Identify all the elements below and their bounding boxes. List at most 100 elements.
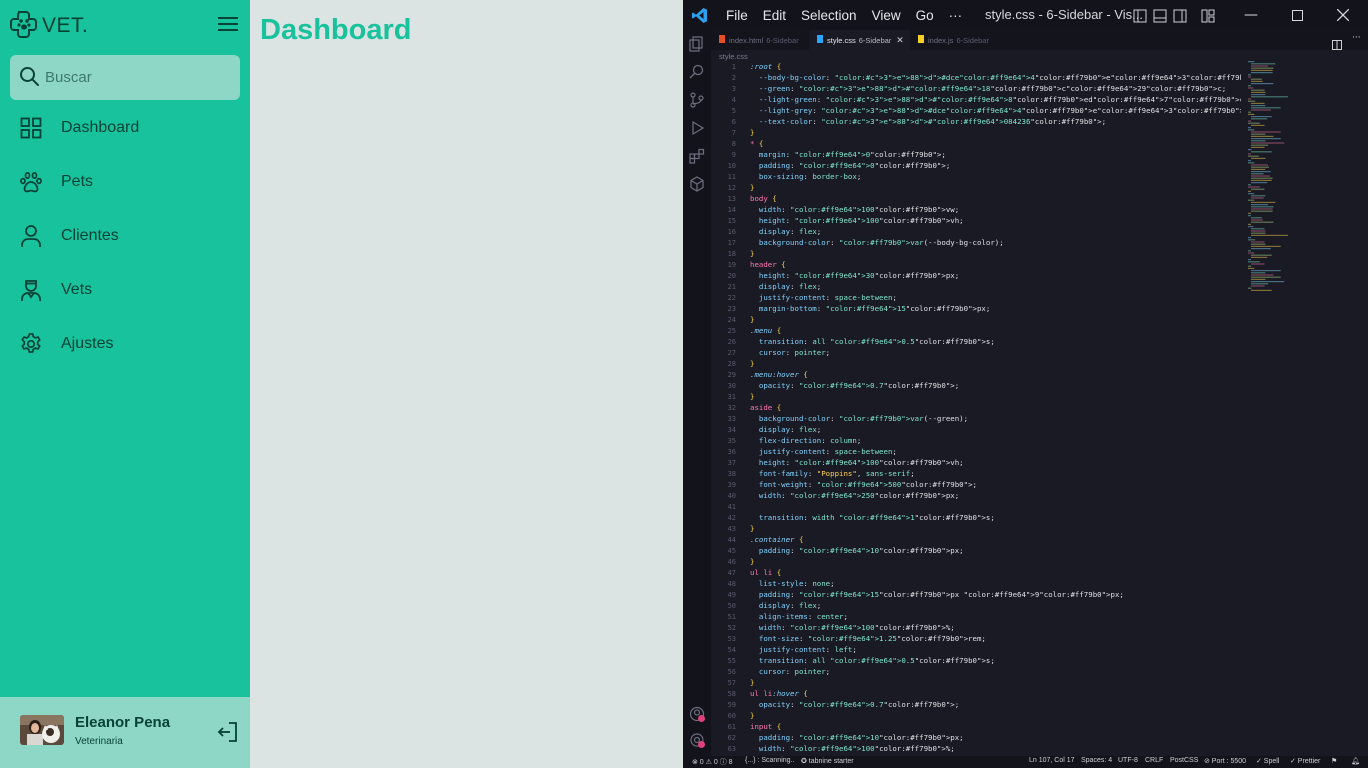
nav-label: Ajustes	[61, 335, 114, 352]
accounts-icon[interactable]	[689, 706, 705, 722]
tab-label: style.css	[827, 35, 856, 45]
minimap-line	[1251, 285, 1265, 287]
status-prettier[interactable]: ✓ Prettier	[1290, 757, 1320, 765]
line-number: 51	[727, 613, 736, 621]
minimap-line	[1251, 131, 1281, 133]
explorer-icon[interactable]	[689, 36, 705, 52]
minimap-line	[1251, 105, 1266, 107]
minimap-line	[1251, 83, 1274, 85]
toggle-secondary-sidebar-icon[interactable]	[1173, 8, 1187, 27]
code-line: header {	[750, 260, 786, 269]
status-encoding[interactable]: UTF-8	[1118, 757, 1138, 764]
run-debug-icon[interactable]	[689, 120, 705, 136]
menu-go[interactable]: Go	[916, 8, 934, 23]
minimap-line	[1251, 118, 1268, 120]
menu-more[interactable]: ···	[949, 8, 963, 23]
line-number: 5	[731, 107, 736, 115]
minimap-line	[1248, 186, 1260, 188]
code-line: ul li:hover {	[750, 689, 808, 698]
logout-button[interactable]	[217, 721, 239, 747]
status-scanning[interactable]: {...} : Scanning..	[745, 757, 794, 764]
status-spaces[interactable]: Spaces: 4	[1081, 757, 1112, 764]
hamburger-menu-button[interactable]	[218, 16, 238, 32]
minimap-line	[1248, 239, 1256, 241]
minimap-line	[1251, 281, 1285, 283]
minimap-line	[1251, 133, 1266, 135]
nav-item-clientes[interactable]: Clientes	[0, 209, 250, 263]
close-tab-icon[interactable]: ✕	[896, 35, 904, 46]
tab-index-js[interactable]: index.js 6-Sidebar	[910, 30, 1000, 50]
minimap-line	[1251, 221, 1274, 223]
minimap-line	[1251, 278, 1266, 280]
code-line: .menu {	[750, 326, 782, 335]
status-port[interactable]: ⊘ Port : 5500	[1204, 757, 1246, 765]
nav-item-vets[interactable]: Vets	[0, 263, 250, 317]
line-number: 18	[727, 250, 736, 258]
source-control-icon[interactable]	[689, 92, 705, 108]
status-tabnine[interactable]: ✪ tabnine starter	[801, 757, 854, 765]
minimap-line	[1251, 65, 1269, 67]
code-line: width: "color:#ff9e64">100"color:#ff79b0…	[758, 205, 960, 214]
activity-bar	[683, 30, 711, 756]
code-line: transition: width "color:#ff9e64">1"colo…	[758, 513, 995, 522]
minimap-line	[1251, 63, 1276, 65]
line-number: 36	[727, 448, 736, 456]
line-number: 31	[727, 393, 736, 401]
extensions-icon[interactable]	[689, 148, 705, 164]
more-actions-icon[interactable]: ···	[1352, 33, 1361, 43]
status-problems[interactable]: ⊗ 0 ⚠ 0 ⓘ 8	[692, 757, 733, 767]
feedback-icon[interactable]: ⚑	[1331, 757, 1337, 765]
logo: VET.	[10, 10, 88, 42]
menu-file[interactable]: File	[726, 8, 748, 23]
maximize-button[interactable]	[1274, 0, 1320, 30]
minimize-icon: —	[1244, 7, 1258, 23]
minimap-line	[1248, 237, 1251, 239]
minimap-line	[1248, 226, 1254, 228]
line-number: 13	[727, 195, 736, 203]
nav-item-dashboard[interactable]: Dashboard	[0, 101, 250, 155]
menu-icon	[218, 17, 238, 31]
minimize-button[interactable]: —	[1228, 0, 1274, 30]
search-icon[interactable]	[689, 64, 705, 80]
minimap-line	[1251, 241, 1265, 243]
customize-layout-icon[interactable]	[1201, 8, 1215, 27]
minimap-line	[1248, 100, 1256, 102]
notifications-icon[interactable]: 🔔︎	[1351, 757, 1360, 765]
nav-item-pets[interactable]: Pets	[0, 155, 250, 209]
menu-selection[interactable]: Selection	[801, 8, 857, 23]
breadcrumb[interactable]: style.css	[719, 52, 748, 61]
code-line: background-color: "color:#ff79b0">var(--…	[758, 414, 969, 423]
menu-edit[interactable]: Edit	[763, 8, 786, 23]
toggle-primary-sidebar-icon[interactable]	[1133, 8, 1147, 27]
line-number: 11	[727, 173, 736, 181]
code-line: font-weight: "color:#ff9e64">500"color:#…	[758, 480, 977, 489]
nav-item-ajustes[interactable]: Ajustes	[0, 317, 250, 371]
status-eol[interactable]: CRLF	[1145, 757, 1163, 764]
line-number: 30	[727, 382, 736, 390]
menu-view[interactable]: View	[872, 8, 901, 23]
minimap-line	[1251, 283, 1269, 285]
status-position[interactable]: Ln 107, Col 17	[1029, 757, 1075, 764]
minimap[interactable]	[1248, 61, 1358, 301]
toggle-panel-icon[interactable]	[1153, 8, 1167, 27]
minimap-line	[1251, 195, 1266, 197]
line-number: 60	[727, 712, 736, 720]
minimap-line	[1251, 204, 1269, 206]
code-editor[interactable]: 1:root {2 --body-bg-color: "color:#c">3"…	[711, 61, 1241, 755]
split-editor-icon[interactable]	[1332, 35, 1342, 54]
tab-index-html[interactable]: index.html 6-Sidebar	[711, 30, 809, 50]
remote-explorer-icon[interactable]	[689, 176, 705, 192]
close-button[interactable]	[1320, 0, 1366, 30]
code-line: * {	[750, 139, 764, 148]
status-spell[interactable]: ✓ Spell	[1256, 757, 1279, 765]
code-line: --text-color: "color:#c">3">e">88">d">#"…	[758, 117, 1107, 126]
minimap-line	[1248, 120, 1251, 122]
tab-style-css[interactable]: style.css 6-Sidebar ✕	[809, 30, 910, 50]
manage-gear-icon[interactable]	[689, 732, 705, 748]
status-language[interactable]: PostCSS	[1170, 757, 1198, 764]
search-input[interactable]	[43, 68, 227, 87]
breadcrumb-file[interactable]: style.css	[719, 52, 748, 61]
minimap-line	[1251, 234, 1288, 236]
line-number: 28	[727, 360, 736, 368]
search-box[interactable]	[10, 55, 240, 100]
